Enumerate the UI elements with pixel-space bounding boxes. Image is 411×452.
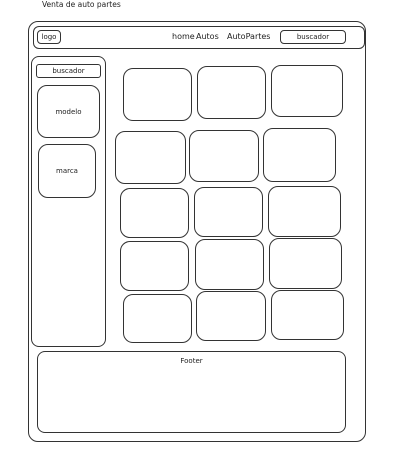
- page-title: Venta de auto partes: [42, 0, 121, 9]
- search-input[interactable]: buscador: [280, 30, 346, 44]
- product-card[interactable]: [120, 188, 189, 238]
- product-card[interactable]: [197, 66, 266, 119]
- product-card[interactable]: [123, 294, 192, 343]
- footer: Footer: [37, 351, 346, 433]
- sidebar-search-input[interactable]: buscador: [36, 64, 101, 78]
- product-card[interactable]: [269, 238, 342, 289]
- product-card[interactable]: [120, 241, 189, 291]
- filter-marca[interactable]: marca: [38, 144, 96, 198]
- product-card[interactable]: [195, 239, 264, 290]
- nav-link-autopartes[interactable]: AutoPartes: [227, 32, 270, 41]
- product-card[interactable]: [123, 68, 192, 121]
- footer-label: Footer: [180, 357, 203, 365]
- product-card[interactable]: [196, 291, 266, 341]
- product-card[interactable]: [115, 131, 186, 184]
- product-card[interactable]: [271, 290, 344, 340]
- product-card[interactable]: [189, 130, 259, 182]
- nav-link-home[interactable]: home: [172, 32, 195, 41]
- product-card[interactable]: [194, 187, 263, 237]
- filter-modelo[interactable]: modelo: [37, 85, 100, 138]
- product-card[interactable]: [263, 128, 336, 182]
- nav-link-autos[interactable]: Autos: [196, 32, 219, 41]
- product-card[interactable]: [268, 186, 341, 237]
- logo[interactable]: logo: [37, 30, 61, 44]
- product-card[interactable]: [271, 65, 343, 117]
